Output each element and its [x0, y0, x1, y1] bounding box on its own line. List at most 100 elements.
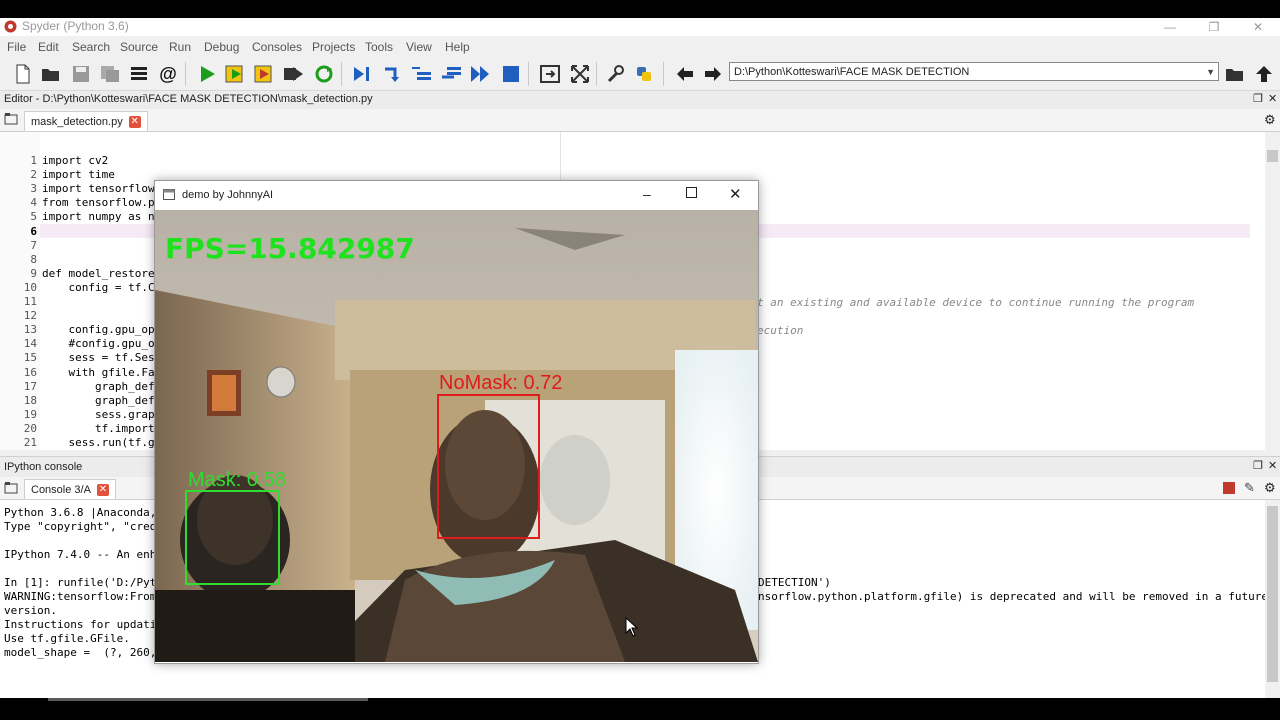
stop-icon[interactable]	[499, 62, 523, 86]
code-line: graph_def	[42, 393, 155, 407]
editor-tab-bar: mask_detection.py ✕ ⚙	[0, 109, 1280, 132]
code-line: sess.grap	[42, 407, 155, 421]
debug-icon[interactable]	[350, 62, 374, 86]
close-pane-icon[interactable]: ✕	[1268, 459, 1277, 472]
menu-help[interactable]: Help	[445, 40, 470, 54]
menu-edit[interactable]: Edit	[38, 40, 59, 54]
line-number: 14	[23, 337, 37, 351]
camera-feed: FPS=15.842987 NoMask: 0.72 Mask: 0.58	[155, 210, 758, 662]
menu-view[interactable]: View	[406, 40, 432, 54]
run-icon[interactable]	[195, 62, 219, 86]
code-line: from tensorflow.p	[42, 196, 155, 210]
code-line: import numpy as n	[42, 210, 155, 224]
line-number-gutter: 1 2 3 4 5 6 7 8 9 10 11 12 13 14 15 16 17 18 19 20 21	[0, 132, 40, 450]
tab-label: mask_detection.py	[31, 116, 123, 128]
line-number: 9	[30, 266, 37, 280]
demo-title-bar[interactable]: demo by JohnnyAI – ✕	[155, 181, 758, 210]
line-number: 20	[23, 421, 37, 435]
menu-tools[interactable]: Tools	[365, 40, 393, 54]
window-app-icon	[163, 189, 175, 200]
outline-icon[interactable]	[127, 62, 151, 86]
menu-file[interactable]: File	[7, 40, 26, 54]
minimize-button[interactable]: —	[1148, 18, 1192, 36]
tab-mask-detection[interactable]: mask_detection.py ✕	[24, 111, 148, 131]
python-path-icon[interactable]	[632, 62, 656, 86]
video-progress-bar	[48, 698, 368, 701]
console-line: model_shape = (?, 260,	[4, 646, 157, 659]
nomask-label: NoMask: 0.72	[439, 372, 563, 394]
run-selection-icon[interactable]	[282, 62, 306, 86]
browse-tabs-icon[interactable]	[4, 113, 18, 128]
console-text: DETECTION')	[758, 576, 831, 589]
step-icon[interactable]	[381, 62, 405, 86]
console-line: Use tf.gfile.GFile.	[4, 632, 130, 645]
open-file-icon[interactable]	[39, 62, 63, 86]
menu-search[interactable]: Search	[72, 40, 110, 54]
undock-icon[interactable]: ❐	[1253, 92, 1263, 105]
toolbar-separator	[596, 62, 597, 86]
fps-readout: FPS=15.842987	[165, 232, 415, 265]
close-tab-icon[interactable]: ✕	[128, 116, 141, 129]
code-comment-text: ecution	[757, 324, 804, 337]
chevron-down-icon[interactable]: ▼	[1206, 63, 1215, 82]
restore-button[interactable]: ❐	[1192, 18, 1236, 36]
save-all-icon[interactable]	[98, 62, 122, 86]
at-symbol-icon[interactable]: @	[156, 62, 180, 86]
console-line: WARNING:tensorflow:From	[4, 590, 157, 603]
menu-run[interactable]: Run	[169, 40, 191, 54]
step-return-icon[interactable]	[440, 62, 464, 86]
close-icon[interactable]: ✕	[729, 185, 742, 203]
options-gear-icon[interactable]: ⚙	[1264, 480, 1276, 496]
menu-consoles[interactable]: Consoles	[252, 40, 302, 54]
fullscreen-icon[interactable]	[568, 62, 592, 86]
code-line: graph_def	[42, 379, 155, 393]
code-line: sess.run(tf.g	[42, 436, 155, 449]
rerun-icon[interactable]	[312, 62, 336, 86]
parent-directory-icon[interactable]	[1252, 62, 1276, 86]
scrollbar-thumb[interactable]	[1267, 506, 1278, 682]
options-gear-icon[interactable]: ⚙	[1264, 112, 1276, 128]
close-pane-icon[interactable]: ✕	[1268, 92, 1277, 105]
line-number: 13	[23, 323, 37, 337]
spyder-window: Spyder (Python 3.6) — ❐ ✕ File Edit Sear…	[0, 18, 1280, 716]
back-arrow-icon[interactable]	[673, 62, 697, 86]
console-line: version.	[4, 604, 57, 617]
minimize-icon[interactable]: –	[643, 186, 651, 202]
scrollbar-thumb[interactable]	[1267, 150, 1278, 162]
edit-icon[interactable]: ✎	[1244, 480, 1255, 496]
spyder-logo-icon	[4, 20, 17, 33]
line-number: 1	[30, 154, 37, 167]
browse-folder-icon[interactable]	[1223, 62, 1247, 86]
undock-icon[interactable]: ❐	[1253, 459, 1263, 472]
run-cell-advance-icon[interactable]	[253, 62, 277, 86]
step-into-icon[interactable]	[410, 62, 434, 86]
console-scrollbar[interactable]	[1265, 500, 1280, 716]
save-icon[interactable]	[69, 62, 93, 86]
forward-arrow-icon[interactable]	[701, 62, 725, 86]
menu-source[interactable]: Source	[120, 40, 158, 54]
bottom-black-bar	[0, 698, 1280, 720]
console-line: Python 3.6.8 |Anaconda,	[4, 506, 157, 519]
continue-icon[interactable]	[469, 62, 493, 86]
code-line: config.gpu_op	[42, 323, 155, 337]
menu-debug[interactable]: Debug	[204, 40, 239, 54]
run-cell-icon[interactable]	[224, 62, 248, 86]
new-file-icon[interactable]	[11, 62, 35, 86]
line-number: 16	[23, 365, 37, 379]
editor-scrollbar[interactable]	[1265, 132, 1280, 450]
menu-projects[interactable]: Projects	[312, 40, 355, 54]
maximize-icon[interactable]	[686, 187, 697, 198]
close-button[interactable]: ✕	[1236, 18, 1280, 36]
maximize-pane-icon[interactable]	[538, 62, 562, 86]
line-number: 21	[23, 436, 37, 449]
tab-label: Console 3/A	[31, 484, 91, 496]
console-line: IPython 7.4.0 -- An enh	[4, 548, 157, 561]
tab-console[interactable]: Console 3/A ✕	[24, 479, 116, 499]
browse-tabs-icon[interactable]	[4, 482, 18, 497]
wrench-icon[interactable]	[603, 62, 627, 86]
stop-kernel-icon[interactable]	[1223, 482, 1235, 494]
code-line: def model_restore	[42, 266, 155, 280]
close-tab-icon[interactable]: ✕	[96, 484, 109, 497]
code-line: import cv2	[42, 154, 109, 167]
working-directory-combobox[interactable]: D:\Python\Kotteswari\FACE MASK DETECTION…	[729, 62, 1219, 81]
